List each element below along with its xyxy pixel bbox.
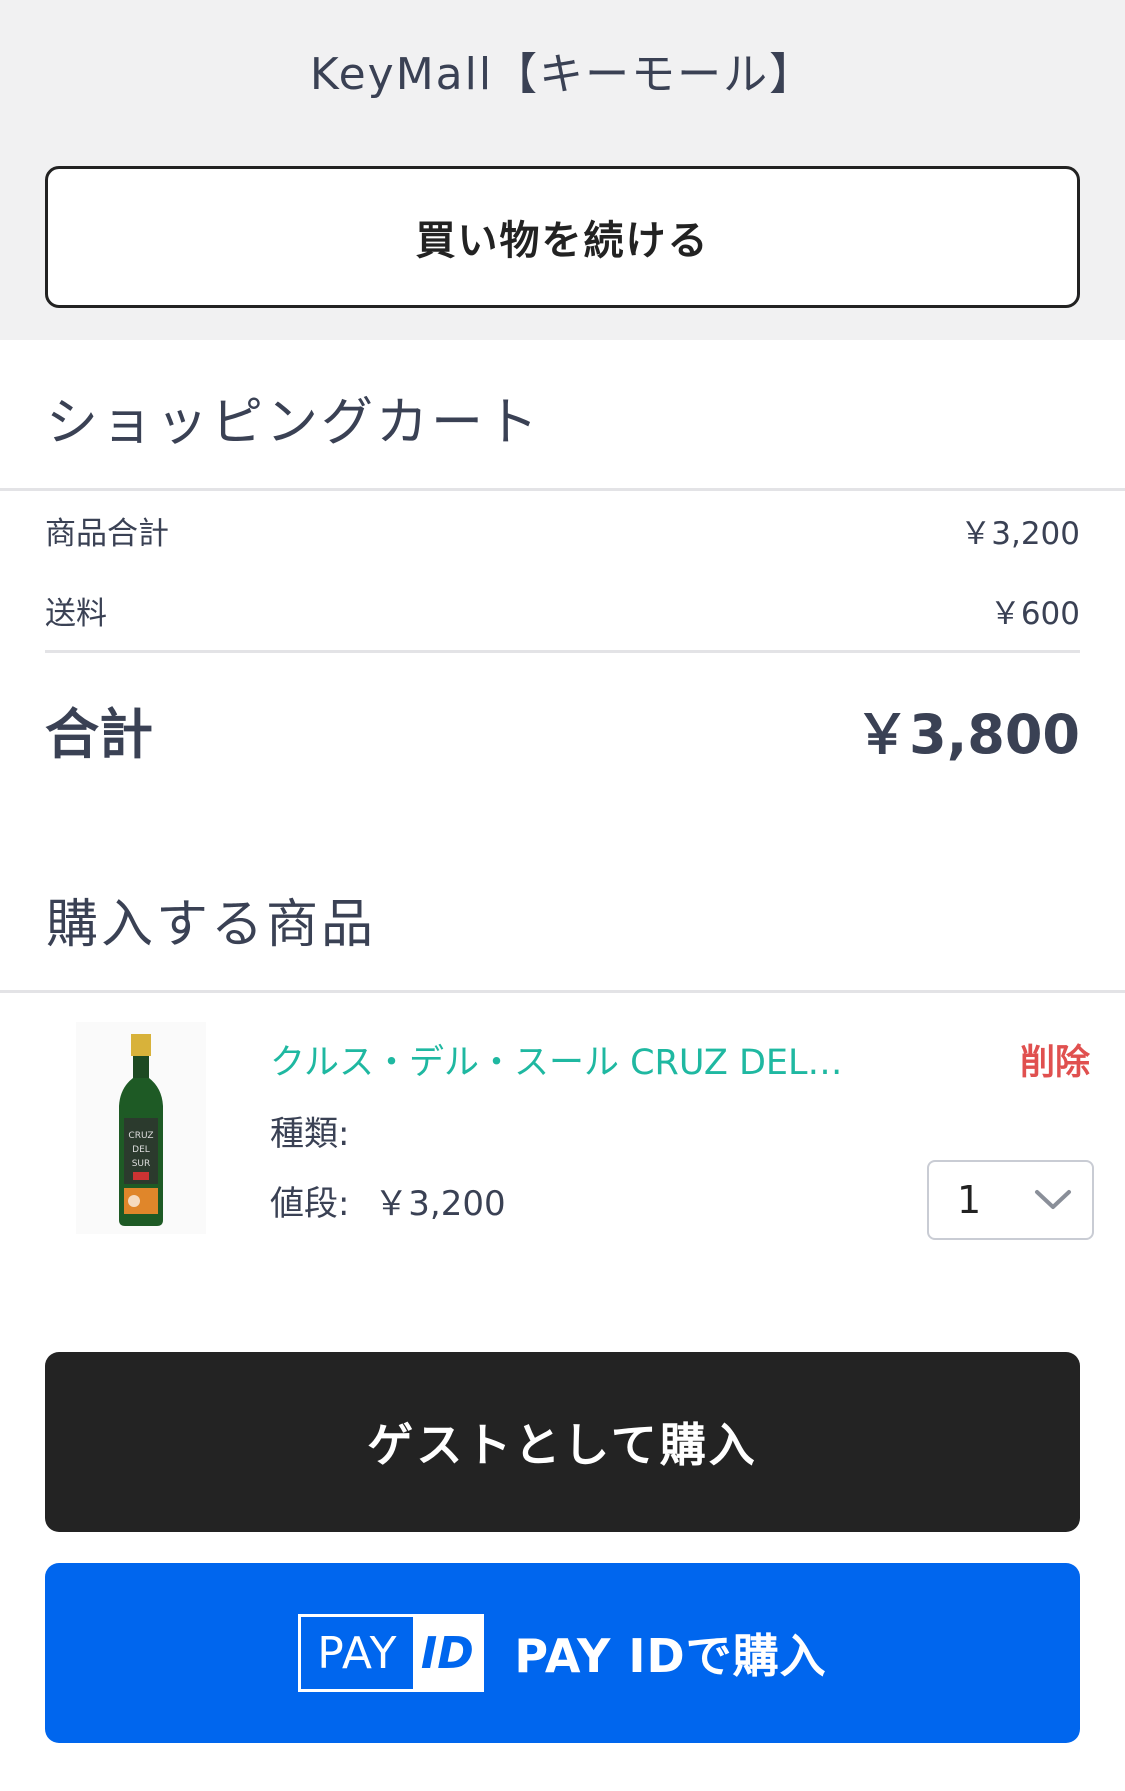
continue-shopping-button[interactable]: 買い物を続ける [45,166,1080,308]
subtotal-label: 商品合計 [45,516,169,552]
payid-purchase-label: PAY IDで購入 [514,1629,827,1683]
shipping-row: 送料 ￥600 [45,588,1080,633]
kind-label: 種類: [270,1114,350,1154]
subtotal-value: ￥3,200 [960,516,1080,552]
cart-title: ショッピングカート [46,393,542,453]
total-value: ￥3,800 [855,703,1080,766]
items-title: 購入する商品 [46,895,377,955]
product-image[interactable]: CRUZ DEL SUR [76,1022,206,1234]
svg-text:DEL: DEL [132,1145,150,1155]
cart-title-divider [0,488,1125,491]
summary-divider [45,650,1080,653]
payid-logo: PAY ID [298,1614,485,1692]
product-price: 値段: ￥3,200 [270,1176,506,1225]
price-value: ￥3,200 [374,1184,506,1224]
total-label: 合計 [45,703,153,766]
product-name-link[interactable]: クルス・デル・スール CRUZ DEL SUR エキストラバージンオリーブオイル [270,1034,850,1085]
olive-oil-bottle-icon: CRUZ DEL SUR [119,1034,163,1226]
delete-item-button[interactable]: 削除 [1020,1034,1090,1085]
svg-text:CRUZ: CRUZ [128,1131,153,1141]
chevron-down-icon [1035,1190,1071,1209]
guest-purchase-button[interactable]: ゲストとして購入 [45,1352,1080,1532]
product-kind: 種類: [270,1106,349,1155]
payid-logo-id: ID [413,1617,482,1689]
subtotal-row: 商品合計 ￥3,200 [45,508,1080,553]
cart-page: KeyMall【キーモール】 買い物を続ける ショッピングカート 商品合計 ￥3… [0,0,1125,1791]
price-label: 値段: [270,1184,350,1224]
shop-title[interactable]: KeyMall【キーモール】 [0,38,1125,102]
shipping-label: 送料 [45,596,107,632]
payid-purchase-button[interactable]: PAY ID PAY IDで購入 [45,1563,1080,1743]
shipping-value: ￥600 [989,596,1080,632]
header: KeyMall【キーモール】 買い物を続ける [0,0,1125,340]
quantity-value: 1 [957,1178,982,1222]
quantity-select[interactable]: 1 [927,1160,1094,1240]
svg-text:SUR: SUR [132,1159,151,1169]
total-row: 合計 ￥3,800 [45,690,1080,769]
payid-logo-pay: PAY [317,1627,398,1679]
items-title-divider [0,990,1125,993]
